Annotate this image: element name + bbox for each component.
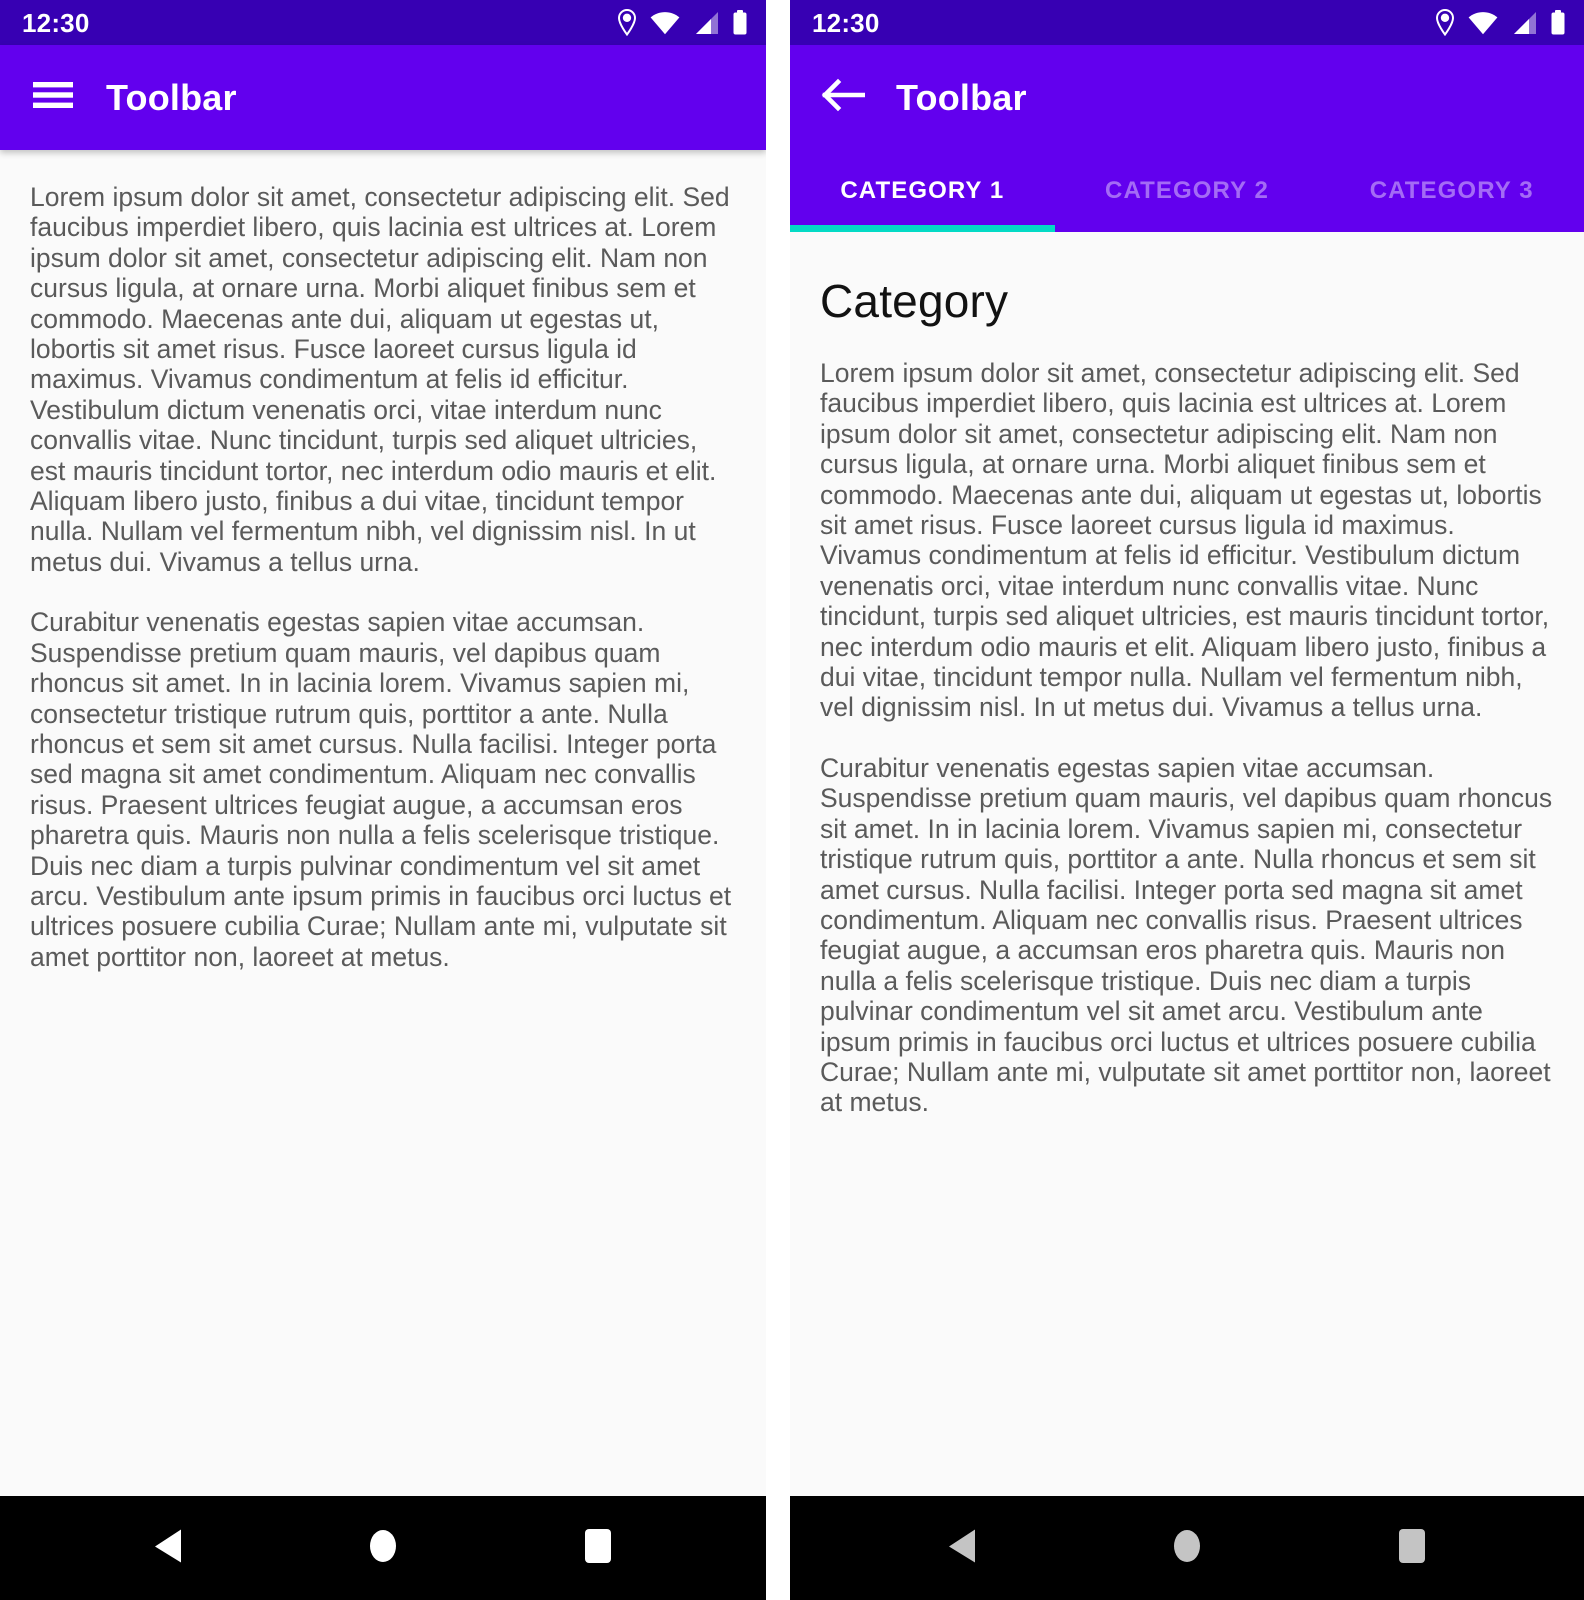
body-paragraph: Lorem ipsum dolor sit amet, consectetur … (30, 182, 730, 577)
page-title: Category (820, 275, 1009, 327)
nav-home-button[interactable] (1127, 1496, 1247, 1600)
location-icon (1435, 9, 1455, 36)
phone-screen-tabs: 12:30 Toolbar CATEGORY 1 CATEGORY 2 CATE… (790, 0, 1584, 1600)
back-triangle-icon (945, 1527, 979, 1570)
body-paragraph: Curabitur venenatis egestas sapien vitae… (30, 607, 732, 972)
toolbar-row: Toolbar (0, 45, 766, 150)
toolbar-title: Toolbar (896, 76, 1027, 118)
back-navigation-button[interactable] (812, 67, 874, 129)
home-circle-icon (367, 1526, 399, 1571)
battery-icon (732, 9, 748, 36)
signal-icon (1511, 11, 1537, 35)
app-toolbar: Toolbar (0, 45, 766, 150)
nav-home-button[interactable] (323, 1496, 443, 1600)
system-navigation-bar (790, 1496, 1584, 1600)
battery-icon (1550, 9, 1566, 36)
app-toolbar: Toolbar CATEGORY 1 CATEGORY 2 CATEGORY 3 (790, 45, 1584, 232)
content-area: Category Lorem ipsum dolor sit amet, con… (790, 232, 1584, 1496)
nav-recents-button[interactable] (1352, 1496, 1472, 1600)
location-icon (617, 9, 637, 36)
recents-square-icon (1397, 1527, 1427, 1570)
status-bar: 12:30 (790, 0, 1584, 45)
status-bar-clock: 12:30 (22, 7, 90, 38)
tab-label: CATEGORY 1 (840, 177, 1005, 204)
tab-label: CATEGORY 3 (1369, 177, 1534, 204)
system-navigation-bar (0, 1496, 766, 1600)
status-bar-clock: 12:30 (812, 7, 880, 38)
signal-icon (693, 11, 719, 35)
hamburger-menu-icon (32, 79, 74, 116)
wifi-icon (1468, 11, 1498, 35)
tab-category-1[interactable]: CATEGORY 1 (790, 150, 1055, 232)
body-paragraph: Curabitur venenatis egestas sapien vitae… (820, 752, 1553, 1118)
tab-category-3[interactable]: CATEGORY 3 (1319, 150, 1584, 232)
phone-screen-drawer: 12:30 Toolbar Lorem ipsum dolor sit amet… (0, 0, 766, 1600)
content-area: Lorem ipsum dolor sit amet, consectetur … (0, 150, 766, 1496)
wifi-icon (650, 11, 680, 35)
status-bar-icons (617, 9, 748, 36)
tab-category-2[interactable]: CATEGORY 2 (1055, 150, 1320, 232)
body-paragraph: Lorem ipsum dolor sit amet, consectetur … (820, 358, 1550, 723)
toolbar-title: Toolbar (106, 76, 237, 118)
home-circle-icon (1171, 1526, 1203, 1571)
screenshot-root: 12:30 Toolbar Lorem ipsum dolor sit amet… (0, 0, 1584, 1600)
status-bar-icons (1435, 9, 1566, 36)
tab-bar: CATEGORY 1 CATEGORY 2 CATEGORY 3 (790, 150, 1584, 232)
status-bar: 12:30 (0, 0, 766, 45)
nav-recents-button[interactable] (538, 1496, 658, 1600)
toolbar-row: Toolbar (790, 45, 1584, 150)
back-triangle-icon (151, 1527, 185, 1570)
nav-back-button[interactable] (902, 1496, 1022, 1600)
back-arrow-icon (821, 78, 866, 117)
tab-label: CATEGORY 2 (1105, 177, 1269, 204)
hamburger-menu-button[interactable] (22, 67, 84, 129)
recents-square-icon (583, 1527, 613, 1570)
nav-back-button[interactable] (108, 1496, 228, 1600)
screens-gutter (766, 0, 790, 1600)
